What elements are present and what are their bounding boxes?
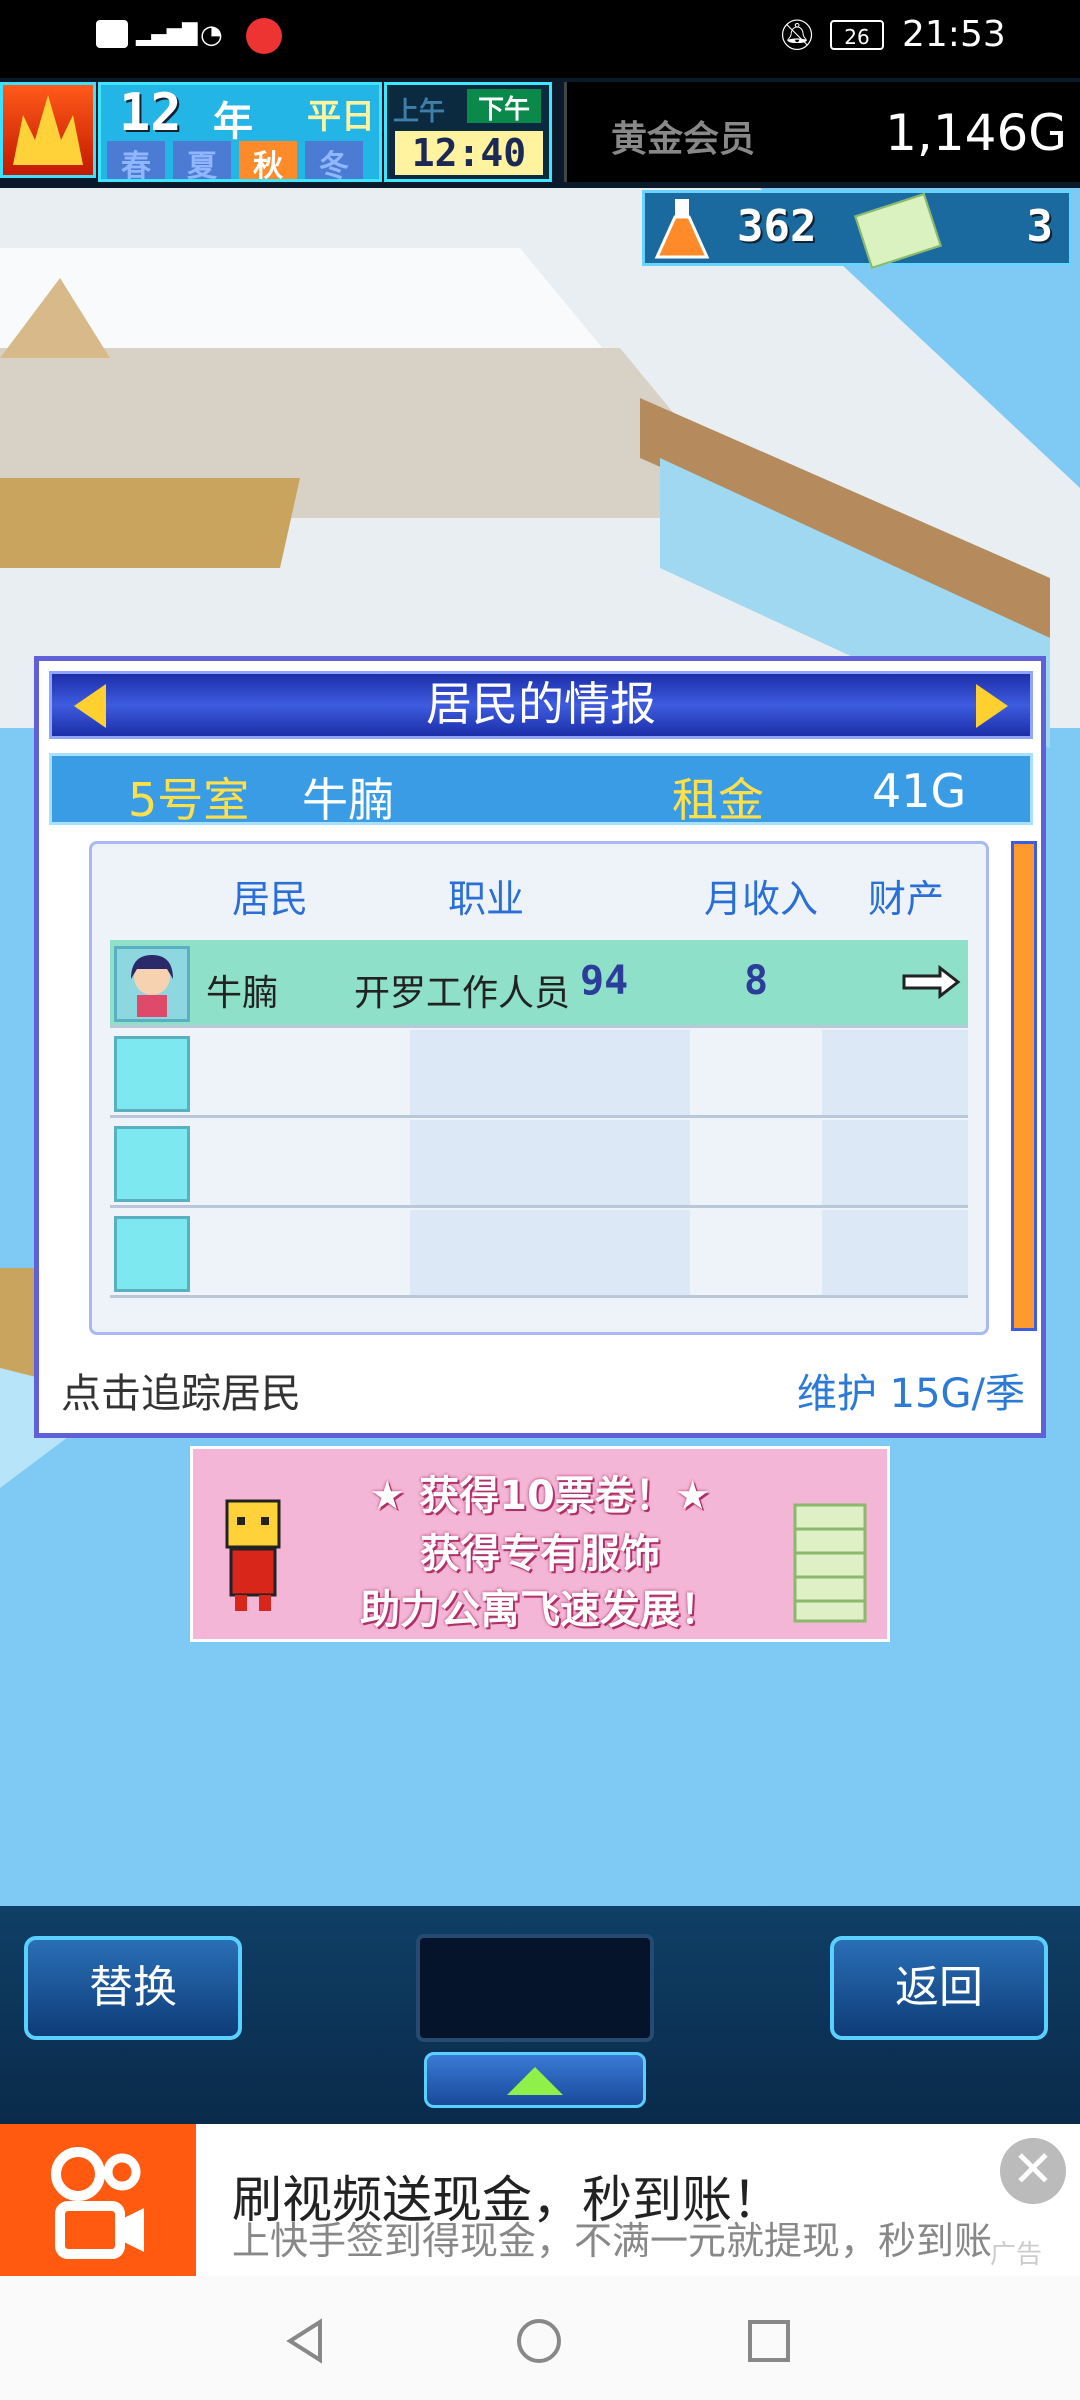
am-label: 上午 [393,97,446,127]
season-spring: 春 [107,141,165,184]
pm-label: 下午 [467,89,541,125]
table-row[interactable] [110,1030,968,1118]
resident-table: 居民 职业 月收入 财产 牛腩 开罗工作人员 94 8 [89,841,989,1335]
empty-slot [114,1216,190,1292]
season-autumn: 秋 [239,141,297,184]
rent-label: 租金 [672,773,764,827]
resource-bar: 362 3 [642,190,1072,270]
ticket-icon [854,192,942,270]
resident-avatar [114,946,190,1022]
close-icon[interactable]: ✕ [1000,2138,1066,2204]
navigation-bar [0,2276,1080,2400]
weibo-icon [246,18,282,54]
empty-slot [114,1036,190,1112]
ad-tag: 广告 [990,2240,1043,2270]
room-resident-name: 牛腩 [302,773,394,827]
game-clock: 12:40 [395,131,543,175]
header-income: 月收入 [704,877,819,921]
wifi-icon: ◔ [200,20,223,50]
banner-line-1: ★ 获得10票卷！★ [369,1473,711,1519]
year-label: 年 [213,99,253,145]
banner-line-2: 获得专有服饰 [420,1531,660,1577]
season-winter: 冬 [305,141,363,184]
center-display [416,1934,654,2042]
banner-line-3: 助力公寓飞速发展！ [360,1587,720,1633]
table-row[interactable]: 牛腩 开罗工作人员 94 8 [110,940,968,1028]
swap-button[interactable]: 替换 [24,1936,242,2040]
resident-assets: 8 [744,958,769,1004]
maintenance-cost: 维护 15G/季 [796,1371,1025,1417]
clock: 21:53 [902,14,1006,55]
research-points: 362 [737,201,817,252]
header-assets: 财产 [868,877,945,921]
research-flask-icon [653,197,711,261]
hd-icon [96,20,128,48]
signal-icon: ▂▄▆█ [136,22,198,46]
header-job: 职业 [448,877,525,921]
table-row[interactable] [110,1210,968,1298]
season-row: 春 夏 秋 冬 [101,141,379,184]
promo-banner[interactable]: ★ 获得10票卷！★ 获得专有服饰 助力公寓飞速发展！ [190,1446,890,1642]
control-panel: 替换 返回 [0,1906,1080,2124]
day-type: 平日 [307,97,375,137]
recents-nav-icon[interactable] [744,2316,794,2366]
ad-banner[interactable]: 刷视频送现金，秒到账！ 上快手签到得现金，不满一元就提现，秒到账 ✕ 广告 [0,2124,1080,2276]
resident-income: 94 [580,958,629,1004]
money-value: 1,146G [885,104,1067,162]
year-number: 12 [119,83,182,143]
game-logo-icon[interactable] [0,82,96,178]
home-nav-icon[interactable] [514,2316,564,2366]
prev-arrow-icon[interactable] [74,684,106,728]
empty-slot [114,1126,190,1202]
scrollbar[interactable] [1011,841,1037,1331]
header-resident: 居民 [232,877,309,921]
resident-info-dialog: 居民的情报 5号室 牛腩 租金 41G 居民 职业 月收入 财产 牛腩 开罗工作… [34,656,1046,1438]
resident-job: 开罗工作人员 [354,973,571,1014]
mute-icon: 🔕︎ [778,18,817,53]
calendar-panel[interactable]: 12 年 平日 春 夏 秋 冬 [98,82,382,184]
resident-name: 牛腩 [206,973,279,1014]
season-summer: 夏 [173,141,231,184]
status-bar: ▂▄▆█ ◔ 🔕︎ 26 21:53 [0,0,1080,78]
table-row[interactable] [110,1120,968,1208]
room-info-bar: 5号室 牛腩 租金 41G [49,753,1033,827]
clock-panel: 上午 下午 12:40 [384,82,552,182]
expand-button[interactable] [424,2052,646,2108]
room-number: 5号室 [128,773,250,827]
ticket-stack-icon [789,1485,875,1625]
back-nav-icon[interactable] [280,2316,330,2366]
track-resident-hint[interactable]: 点击追踪居民 [61,1361,301,1419]
rent-value: 41G [872,764,967,818]
kuaishou-logo-icon [0,2124,196,2276]
ad-subtitle: 上快手签到得现金，不满一元就提现，秒到账 [232,2219,993,2263]
ticket-count: 3 [1026,201,1054,252]
next-arrow-icon[interactable] [976,684,1008,728]
membership-label: 黄金会员 [611,119,756,160]
up-arrow-icon [507,2067,563,2095]
money-panel: 黄金会员 1,146G [564,82,1080,182]
dialog-title-bar: 居民的情报 [49,671,1033,739]
pointing-hand-icon [900,960,964,1004]
back-button[interactable]: 返回 [830,1936,1048,2040]
battery-icon: 26 [830,20,884,50]
dialog-title: 居民的情报 [426,677,656,731]
